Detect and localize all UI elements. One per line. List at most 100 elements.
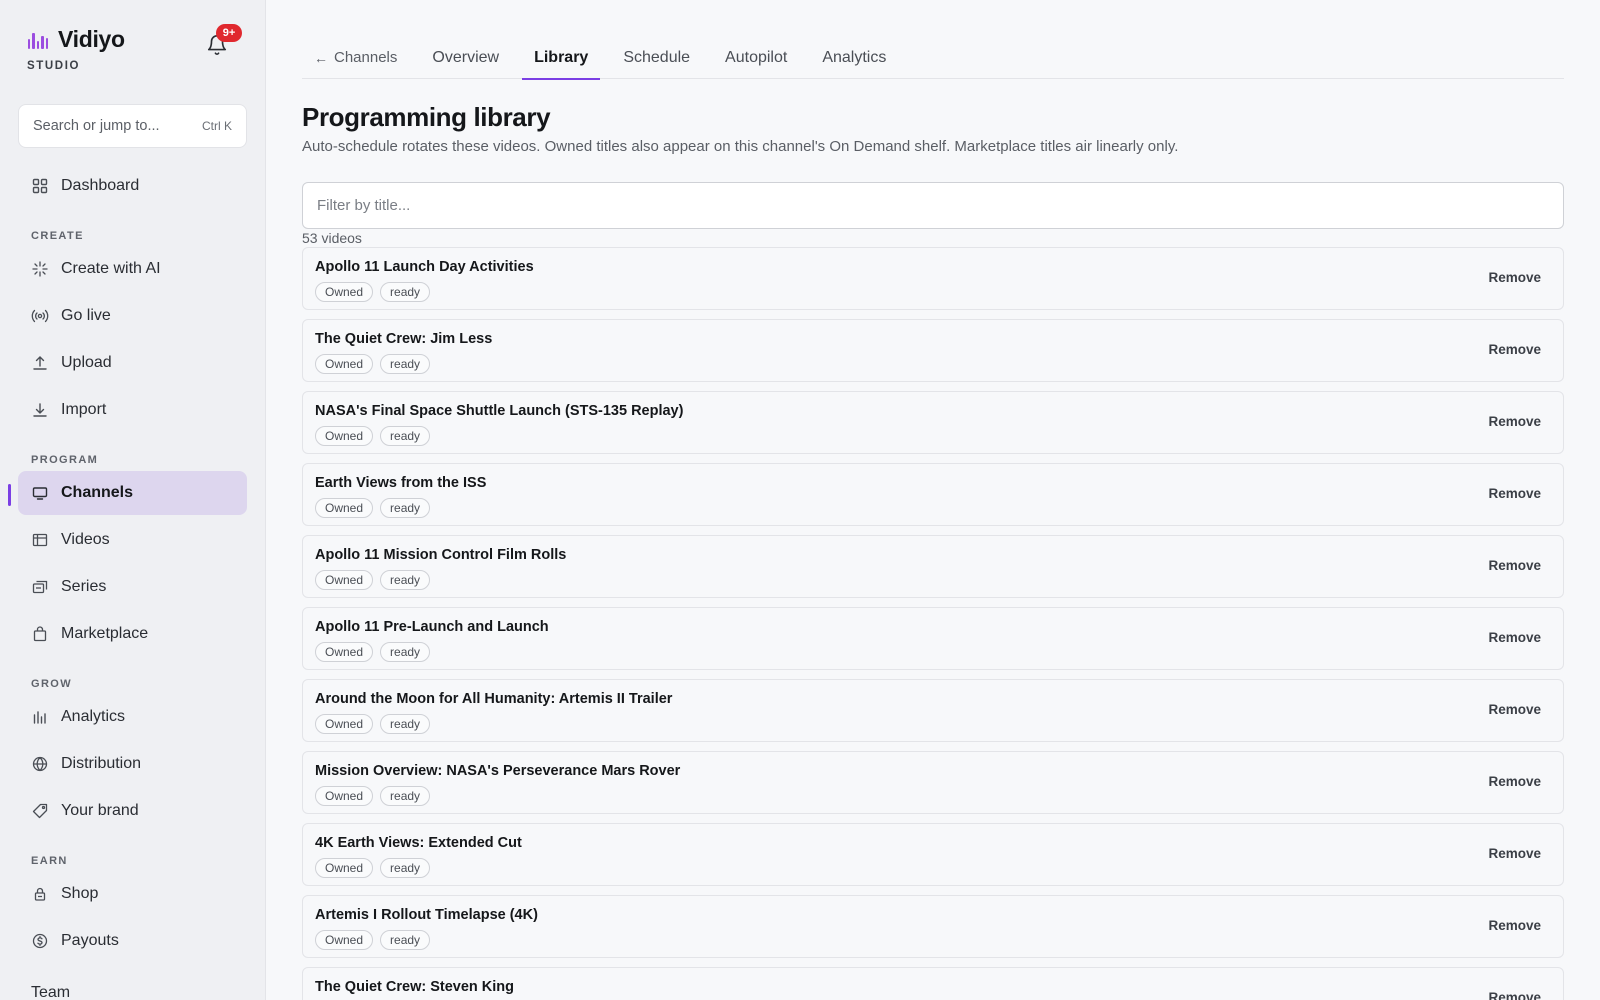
list-item: Apollo 11 Mission Control Film Rolls Owne… — [302, 535, 1564, 598]
sidebar-item-channels[interactable]: Channels — [18, 471, 247, 515]
status-badge: ready — [380, 930, 431, 950]
sidebar-item-label: Go live — [61, 307, 111, 324]
tab-overview[interactable]: Overview — [420, 36, 511, 79]
video-tags: Owned ready — [315, 354, 431, 374]
remove-button[interactable]: Remove — [1488, 990, 1541, 1000]
video-tags: Owned ready — [315, 714, 431, 734]
page-description: Auto-schedule rotates these videos. Owne… — [302, 138, 1179, 155]
video-title[interactable]: Apollo 11 Pre-Launch and Launch — [315, 619, 549, 635]
sidebar-item-shop[interactable]: Shop — [18, 872, 247, 916]
sidebar-item-team[interactable]: Team — [31, 984, 70, 1000]
main-content: ← Channels Overview Library Schedule Aut… — [302, 0, 1564, 1000]
list-item: Earth Views from the ISS Owned ready Remove — [302, 463, 1564, 526]
sidebar-item-analytics[interactable]: Analytics — [18, 695, 247, 739]
video-count: 53 videos — [302, 230, 362, 246]
video-title[interactable]: Earth Views from the ISS — [315, 475, 486, 491]
sidebar-item-create-with-ai[interactable]: Create with AI — [18, 247, 247, 291]
status-badge: ready — [380, 282, 431, 302]
arrow-left-icon: ← — [314, 49, 328, 66]
sidebar-item-dashboard[interactable]: Dashboard — [18, 164, 247, 208]
video-title[interactable]: Around the Moon for All Humanity: Artemi… — [315, 691, 672, 707]
import-icon — [31, 401, 49, 419]
tab-schedule[interactable]: Schedule — [611, 36, 702, 79]
sidebar-item-series[interactable]: Series — [18, 565, 247, 609]
sidebar-item-label: Import — [61, 401, 107, 418]
list-item: Artemis I Rollout Timelapse (4K) Owned rea… — [302, 895, 1564, 958]
sidebar-item-go-live[interactable]: Go live — [18, 294, 247, 338]
search-input[interactable]: Search or jump to... Ctrl K — [18, 104, 247, 148]
brand-name: Vidiyo — [58, 26, 125, 52]
sidebar-item-label: Marketplace — [61, 625, 149, 642]
video-title[interactable]: Mission Overview: NASA's Perseverance Ma… — [315, 763, 680, 779]
notifications-badge: 9+ — [216, 24, 242, 42]
video-title[interactable]: NASA's Final Space Shuttle Launch (STS-1… — [315, 403, 683, 419]
filter-input[interactable] — [302, 182, 1564, 229]
video-tags: Owned ready — [315, 498, 431, 518]
video-tags: Owned ready — [315, 930, 431, 950]
ownership-badge: Owned — [315, 426, 374, 446]
sidebar-item-label: Create with AI — [61, 260, 161, 277]
list-item: The Quiet Crew: Steven KingOwnedreadyRem… — [302, 967, 1564, 1000]
remove-button[interactable]: Remove — [1488, 342, 1541, 357]
remove-button[interactable]: Remove — [1488, 702, 1541, 717]
remove-button[interactable]: Remove — [1488, 774, 1541, 789]
sidebar-item-distribution[interactable]: Distribution — [18, 742, 247, 786]
ownership-badge: Owned — [315, 930, 374, 950]
list-item: Apollo 11 Pre-Launch and Launch Owned read… — [302, 607, 1564, 670]
video-tags: Owned ready — [315, 570, 431, 590]
remove-button[interactable]: Remove — [1488, 918, 1541, 933]
ownership-badge: Owned — [315, 282, 374, 302]
active-indicator — [8, 484, 11, 506]
ownership-badge: Owned — [315, 498, 374, 518]
brand-logo-link[interactable]: Vidiyo — [28, 26, 125, 53]
remove-button[interactable]: Remove — [1488, 846, 1541, 861]
remove-button[interactable]: Remove — [1488, 630, 1541, 645]
tab-autopilot[interactable]: Autopilot — [713, 36, 799, 79]
remove-button[interactable]: Remove — [1488, 486, 1541, 501]
sidebar-item-payouts[interactable]: Payouts — [18, 919, 247, 963]
page-title: Programming library — [302, 102, 551, 132]
status-badge: ready — [380, 570, 431, 590]
list-item: The Quiet Crew: Jim Less Owned ready Remove — [302, 319, 1564, 382]
search-placeholder: Search or jump to... — [33, 118, 160, 134]
sidebar-item-your-brand[interactable]: Your brand — [18, 789, 247, 833]
sidebar: Vidiyo STUDIO 9+ Search or jump to... Ct… — [0, 0, 266, 1000]
section-label-create: CREATE — [31, 230, 84, 242]
section-label-earn: EARN — [31, 855, 68, 867]
sidebar-item-import[interactable]: Import — [18, 388, 247, 432]
sidebar-item-label: Upload — [61, 354, 112, 371]
sidebar-item-label: Payouts — [61, 932, 119, 949]
ownership-badge: Owned — [315, 354, 374, 374]
sidebar-item-videos[interactable]: Videos — [18, 518, 247, 562]
sidebar-item-upload[interactable]: Upload — [18, 341, 247, 385]
remove-button[interactable]: Remove — [1488, 270, 1541, 285]
video-tags: Owned ready — [315, 642, 431, 662]
sidebar-item-marketplace[interactable]: Marketplace — [18, 612, 247, 656]
ownership-badge: Owned — [315, 642, 374, 662]
tab-bar: ← Channels Overview Library Schedule Aut… — [302, 36, 1564, 80]
equalizer-logo-icon — [28, 31, 49, 49]
status-badge: ready — [380, 714, 431, 734]
video-title[interactable]: The Quiet Crew: Jim Less — [315, 331, 492, 347]
list-item: NASA's Final Space Shuttle Launch (STS-1… — [302, 391, 1564, 454]
tab-library[interactable]: Library — [522, 36, 601, 80]
tv-icon — [31, 484, 49, 502]
video-tags: Owned ready — [315, 786, 431, 806]
remove-button[interactable]: Remove — [1488, 414, 1541, 429]
bag-icon — [31, 625, 49, 643]
video-title[interactable]: Apollo 11 Mission Control Film Rolls — [315, 547, 566, 563]
video-title[interactable]: Artemis I Rollout Timelapse (4K) — [315, 907, 538, 923]
video-title[interactable]: Apollo 11 Launch Day Activities — [315, 259, 534, 275]
sidebar-item-label: Videos — [61, 531, 110, 548]
video-title[interactable]: The Quiet Crew: Steven King — [315, 979, 514, 995]
status-badge: ready — [380, 858, 431, 878]
grid-icon — [31, 177, 49, 195]
tab-analytics[interactable]: Analytics — [810, 36, 898, 79]
ownership-badge: Owned — [315, 786, 374, 806]
video-title[interactable]: 4K Earth Views: Extended Cut — [315, 835, 522, 851]
remove-button[interactable]: Remove — [1488, 558, 1541, 573]
sidebar-item-label: Channels — [61, 484, 134, 501]
back-label: Channels — [334, 49, 398, 66]
upload-icon — [31, 354, 49, 372]
back-to-channels-link[interactable]: ← Channels — [302, 36, 409, 79]
